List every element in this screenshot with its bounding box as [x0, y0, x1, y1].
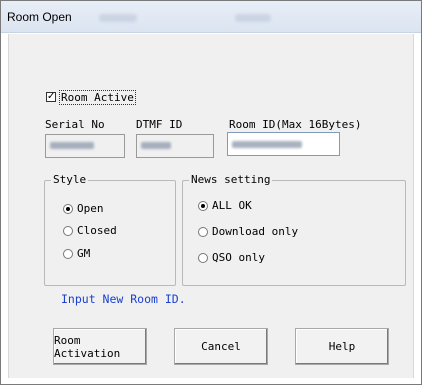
news-all-ok-radio[interactable]: [198, 201, 208, 211]
redacted-value: [141, 142, 171, 149]
news-download-only-radio[interactable]: [198, 227, 208, 237]
room-id-label: Room ID(Max 16Bytes): [229, 118, 362, 131]
blurred-background-tab: [99, 14, 137, 22]
checkmark-icon: ✓: [47, 91, 56, 102]
news-qso-only-radio[interactable]: [198, 253, 208, 263]
title-bar[interactable]: Room Open: [1, 1, 421, 33]
room-open-dialog: Room Open ✓ Room Active Serial No DTMF I…: [0, 0, 422, 385]
status-message: Input New Room ID.: [61, 292, 186, 306]
style-open-radio[interactable]: [63, 204, 73, 214]
serial-no-field[interactable]: [45, 134, 125, 158]
style-gm-label[interactable]: GM: [77, 247, 90, 260]
news-qso-only-label[interactable]: QSO only: [212, 251, 265, 264]
dtmf-id-field[interactable]: [136, 134, 214, 158]
help-button[interactable]: Help: [295, 328, 389, 365]
dtmf-id-label: DTMF ID: [136, 118, 183, 131]
style-open-label[interactable]: Open: [77, 202, 104, 215]
room-id-input[interactable]: [227, 132, 340, 156]
window-title: Room Open: [7, 10, 72, 24]
redacted-value: [232, 141, 302, 148]
cancel-button[interactable]: Cancel: [174, 328, 268, 365]
news-all-ok-label[interactable]: ALL OK: [212, 199, 252, 212]
redacted-value: [50, 142, 94, 149]
blurred-background-tab: [235, 14, 271, 22]
style-legend: Style: [51, 173, 89, 186]
room-active-label[interactable]: Room Active: [59, 90, 136, 105]
room-activation-button[interactable]: Room Activation: [53, 328, 147, 365]
news-download-only-label[interactable]: Download only: [212, 225, 298, 238]
room-active-checkbox[interactable]: ✓: [46, 92, 56, 102]
serial-no-label: Serial No: [45, 118, 105, 131]
news-setting-legend: News setting: [189, 173, 273, 186]
style-gm-radio[interactable]: [63, 249, 73, 259]
style-closed-label[interactable]: Closed: [77, 224, 117, 237]
style-closed-radio[interactable]: [63, 226, 73, 236]
